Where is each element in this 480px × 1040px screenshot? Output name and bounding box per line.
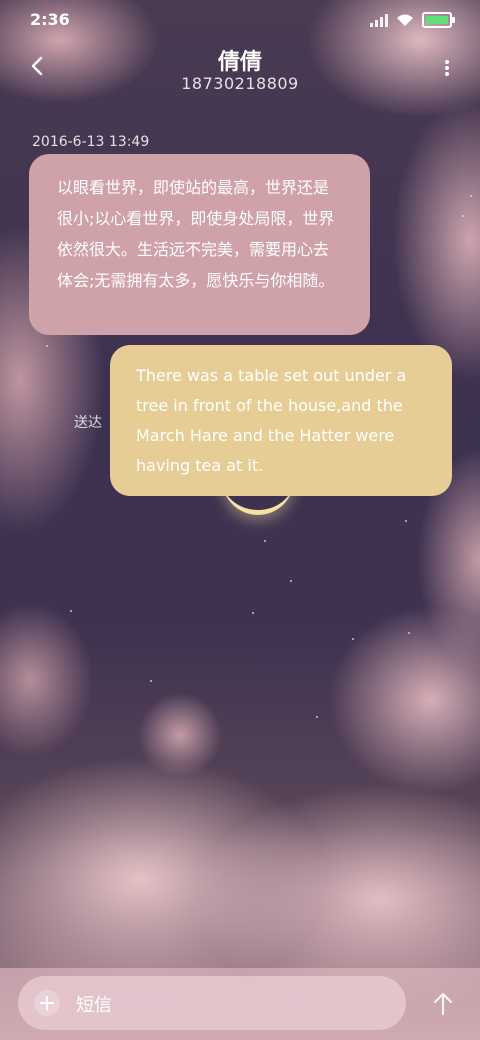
outgoing-message-bubble[interactable]: There was a table set out under a tree i…: [110, 345, 452, 496]
message-timestamp: 2016-6-13 13:49: [32, 134, 150, 150]
contact-name: 倩倩: [217, 50, 262, 75]
status-icons: [370, 12, 455, 28]
wifi-icon: [397, 14, 413, 26]
message-input[interactable]: 短信: [18, 976, 406, 1030]
conversation-header: 倩倩 18730218809: [0, 40, 480, 104]
message-composer: 短信: [0, 968, 480, 1040]
status-time: 2:36: [30, 10, 70, 29]
contact-phone-number: 18730218809: [181, 74, 299, 93]
message-input-placeholder: 短信: [76, 995, 112, 1016]
battery-icon: [422, 12, 455, 28]
send-button[interactable]: [432, 992, 454, 1016]
delivery-status: 送达: [74, 415, 102, 431]
status-bar: 2:36: [0, 0, 480, 40]
more-options-button[interactable]: [444, 58, 450, 80]
incoming-message-bubble[interactable]: 以眼看世界，即使站的最高，世界还是很小;以心看世界，即使身处局限，世界依然很大。…: [29, 154, 370, 335]
add-attachment-button[interactable]: [34, 990, 60, 1016]
more-vertical-icon: [445, 60, 449, 64]
signal-icon: [370, 13, 388, 27]
